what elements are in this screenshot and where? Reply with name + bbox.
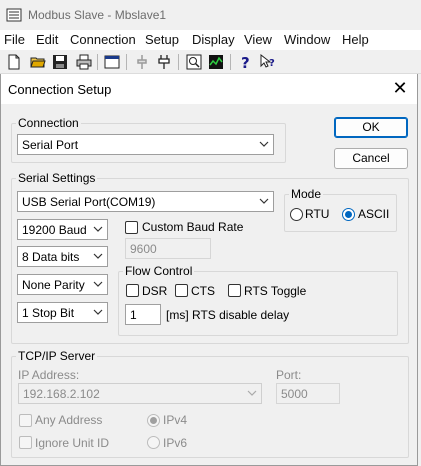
ascii-label: ASCII bbox=[358, 207, 390, 221]
ipv4-radio[interactable] bbox=[147, 414, 160, 427]
menu-window[interactable]: Window bbox=[284, 32, 330, 47]
menu-edit[interactable]: Edit bbox=[36, 32, 58, 47]
cts-checkbox[interactable] bbox=[175, 284, 188, 297]
open-folder-icon[interactable] bbox=[30, 54, 46, 70]
data-bits-value: 8 Data bits bbox=[22, 250, 80, 264]
save-icon[interactable] bbox=[52, 54, 68, 70]
ipv4-label: IPv4 bbox=[163, 413, 188, 427]
close-icon[interactable]: ✕ bbox=[389, 78, 411, 100]
app-icon bbox=[6, 8, 22, 22]
connection-type-value: Serial Port bbox=[22, 138, 79, 152]
menu-display[interactable]: Display bbox=[192, 32, 235, 47]
chevron-down-icon bbox=[259, 198, 269, 204]
ignore-unit-id-label: Ignore Unit ID bbox=[35, 436, 110, 450]
rtu-radio[interactable] bbox=[290, 208, 303, 221]
custom-baud-checkbox[interactable] bbox=[125, 221, 138, 234]
app-title: Modbus Slave - Mbslave1 bbox=[28, 8, 167, 22]
parity-value: None Parity bbox=[22, 278, 85, 292]
ip-address-value: 192.168.2.102 bbox=[23, 387, 100, 401]
chevron-down-icon bbox=[93, 281, 103, 287]
menu-bar: File Edit Connection Setup Display View … bbox=[0, 30, 421, 50]
communication-traffic-icon[interactable] bbox=[208, 54, 224, 70]
toolbar-separator bbox=[230, 54, 231, 70]
menu-help[interactable]: Help bbox=[342, 32, 369, 47]
connection-type-select[interactable]: Serial Port bbox=[17, 134, 274, 155]
serial-port-select[interactable]: USB Serial Port(COM19) bbox=[17, 191, 274, 212]
disconnect-icon[interactable] bbox=[156, 54, 172, 70]
chevron-down-icon bbox=[93, 226, 103, 232]
mode-label: Mode bbox=[289, 187, 324, 201]
toolbar-separator bbox=[126, 54, 127, 70]
ipv6-label: IPv6 bbox=[163, 436, 188, 450]
any-address-checkbox[interactable] bbox=[19, 414, 32, 427]
dialog-title-bar: Connection Setup ✕ bbox=[0, 74, 418, 104]
toolbar-separator bbox=[97, 54, 98, 70]
baud-rate-select[interactable]: 19200 Baud bbox=[17, 219, 108, 240]
any-address-label: Any Address bbox=[35, 413, 103, 427]
rts-delay-input[interactable]: 1 bbox=[125, 304, 161, 325]
svg-text:?: ? bbox=[241, 54, 250, 70]
serial-settings-label: Serial Settings bbox=[16, 171, 98, 185]
cancel-button[interactable]: Cancel bbox=[334, 148, 408, 169]
tcpip-server-label: TCP/IP Server bbox=[16, 349, 98, 363]
ip-address-select[interactable]: 192.168.2.102 bbox=[18, 383, 262, 404]
data-bits-select[interactable]: 8 Data bits bbox=[17, 246, 108, 267]
monitor-icon[interactable] bbox=[186, 54, 202, 70]
custom-baud-label: Custom Baud Rate bbox=[142, 220, 244, 234]
toolbar-separator bbox=[178, 54, 179, 70]
window-icon[interactable] bbox=[104, 54, 120, 70]
parity-select[interactable]: None Parity bbox=[17, 274, 108, 295]
context-help-icon[interactable]: ? bbox=[260, 54, 276, 70]
menu-connection[interactable]: Connection bbox=[70, 32, 136, 47]
rts-delay-value: 1 bbox=[130, 308, 137, 322]
chevron-down-icon bbox=[93, 309, 103, 315]
connection-group-label: Connection bbox=[16, 116, 81, 130]
port-input[interactable]: 5000 bbox=[276, 383, 340, 404]
new-file-icon[interactable] bbox=[6, 54, 22, 70]
serial-port-value: USB Serial Port(COM19) bbox=[22, 195, 156, 209]
ipv6-radio[interactable] bbox=[147, 436, 160, 449]
chevron-down-icon bbox=[247, 390, 257, 396]
stop-bits-value: 1 Stop Bit bbox=[22, 306, 75, 320]
ok-button[interactable]: OK bbox=[334, 117, 408, 138]
port-label: Port: bbox=[276, 368, 302, 382]
ignore-unit-id-checkbox[interactable] bbox=[19, 436, 32, 449]
toolbar: ? ? bbox=[0, 50, 421, 74]
chevron-down-icon bbox=[259, 141, 269, 147]
baud-rate-value: 19200 Baud bbox=[22, 223, 87, 237]
dsr-checkbox[interactable] bbox=[126, 284, 139, 297]
cts-label: CTS bbox=[191, 284, 215, 298]
help-icon[interactable]: ? bbox=[238, 54, 254, 70]
stop-bits-select[interactable]: 1 Stop Bit bbox=[17, 302, 108, 323]
port-value: 5000 bbox=[281, 387, 308, 401]
app-title-bar: Modbus Slave - Mbslave1 bbox=[0, 0, 421, 30]
ascii-radio[interactable] bbox=[342, 208, 355, 221]
custom-baud-input[interactable]: 9600 bbox=[125, 238, 211, 259]
connect-icon[interactable] bbox=[134, 54, 150, 70]
svg-text:?: ? bbox=[269, 58, 275, 69]
rts-toggle-checkbox[interactable] bbox=[228, 284, 241, 297]
flow-control-label: Flow Control bbox=[123, 264, 195, 278]
menu-file[interactable]: File bbox=[4, 32, 25, 47]
dialog-title: Connection Setup bbox=[8, 82, 112, 97]
dsr-label: DSR bbox=[142, 284, 168, 298]
custom-baud-value: 9600 bbox=[130, 242, 157, 256]
rts-delay-label: [ms] RTS disable delay bbox=[166, 308, 290, 322]
menu-view[interactable]: View bbox=[244, 32, 272, 47]
rtu-label: RTU bbox=[305, 207, 330, 221]
menu-setup[interactable]: Setup bbox=[145, 32, 179, 47]
chevron-down-icon bbox=[93, 253, 103, 259]
ip-address-label: IP Address: bbox=[18, 368, 80, 382]
rts-toggle-label: RTS Toggle bbox=[244, 284, 307, 298]
print-icon[interactable] bbox=[76, 54, 92, 70]
